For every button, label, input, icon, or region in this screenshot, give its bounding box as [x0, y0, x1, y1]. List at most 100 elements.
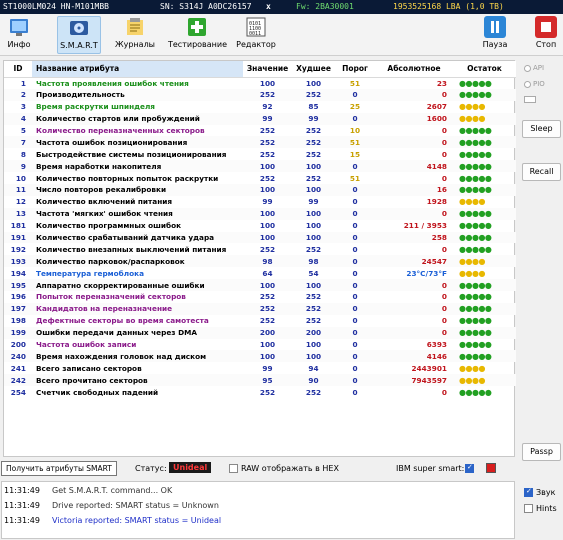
- sound-label: Звук: [536, 488, 556, 497]
- table-row[interactable]: 240 Время нахождения головок над диском 10…: [4, 350, 516, 363]
- table-row[interactable]: 8 Быстродействие системы позиционирования…: [4, 148, 516, 160]
- table-row[interactable]: 4 Количество стартов или пробуждений 99 99 0…: [4, 112, 516, 125]
- info-tab[interactable]: Инфо: [2, 16, 36, 54]
- ibm-checkbox[interactable]: [465, 463, 474, 473]
- column-header-id[interactable]: ID: [4, 61, 32, 78]
- attribute-id: 197: [10, 304, 26, 314]
- attribute-status: ●●●●: [459, 114, 485, 124]
- attribute-value: 99: [262, 114, 273, 124]
- attribute-raw: 1928: [426, 197, 447, 207]
- sound-checkbox[interactable]: [524, 487, 533, 497]
- table-row[interactable]: 241 Всего записано секторов 99 94 0 2443901 ●●…: [4, 362, 516, 374]
- table-row[interactable]: 194 Температура гермоблока 64 54 0 23°C/73°F ●…: [4, 267, 516, 279]
- attribute-id: 4: [20, 114, 26, 124]
- attribute-raw: 6393: [426, 340, 447, 350]
- table-row[interactable]: 3 Время раскрутки шпинделя 92 85 25 2607 ●●●●: [4, 101, 516, 113]
- attribute-status: ●●●●●: [459, 173, 492, 183]
- table-row[interactable]: 11 Число повторов рекалибровки 100 100 0 16 ●●…: [4, 184, 516, 196]
- attribute-name: Ошибки передачи данных через DMA: [36, 328, 198, 338]
- table-row[interactable]: 1 Частота проявления ошибок чтения 100 100 5…: [4, 77, 516, 89]
- attribute-name: Всего записано секторов: [36, 363, 142, 373]
- attribute-status: ●●●●●: [459, 209, 492, 219]
- close-drive-button[interactable]: x: [266, 0, 271, 14]
- table-row[interactable]: 12 Количество включений питания 99 99 0 1928 ●…: [4, 196, 516, 208]
- attribute-status: ●●●●: [459, 375, 485, 385]
- passp-button[interactable]: Passp: [522, 443, 561, 461]
- pio-radio[interactable]: PIO: [524, 80, 545, 88]
- column-header-threshold[interactable]: Порог: [335, 61, 375, 78]
- attribute-id: 3: [20, 102, 26, 112]
- attribute-value: 100: [259, 78, 276, 88]
- attribute-name: Время раскрутки шпинделя: [36, 102, 155, 112]
- attribute-threshold: 0: [352, 244, 358, 254]
- attribute-raw: 2607: [426, 102, 447, 112]
- pause-icon: [484, 16, 506, 38]
- attribute-name: Счетчик свободных падений: [36, 387, 159, 397]
- raw-hex-checkbox[interactable]: [229, 464, 238, 473]
- table-row[interactable]: 195 Аппаратно скорректированные ошибки 100…: [4, 279, 516, 292]
- attribute-worst: 100: [305, 221, 322, 231]
- attribute-id: 2: [20, 90, 26, 100]
- attribute-id: 7: [20, 137, 26, 147]
- api-radio[interactable]: API: [524, 64, 544, 72]
- table-body: 1 Частота проявления ошибок чтения 100 100 5…: [4, 77, 516, 398]
- attribute-status: ●●●●●: [459, 126, 492, 135]
- logs-tab[interactable]: Журналы: [114, 16, 156, 54]
- attribute-threshold: 0: [352, 363, 358, 373]
- smart-tab[interactable]: S.M.A.R.T: [57, 16, 101, 54]
- attribute-value: 100: [259, 233, 276, 243]
- table-row[interactable]: 197 Кандидатов на переназначение 252 252 0 0 ●…: [4, 302, 516, 315]
- attribute-status: ●●●●●: [459, 90, 492, 100]
- table-row[interactable]: 191 Количество срабатываний датчика удара…: [4, 231, 516, 244]
- editor-icon: 0101 1100 0011: [245, 16, 267, 38]
- sleep-button[interactable]: Sleep: [522, 120, 561, 138]
- table-row[interactable]: 254 Счетчик свободных падений 252 252 0 0 ●●●●…: [4, 386, 516, 398]
- log-line: 11:31:49 Victoria reported: SMART status …: [4, 516, 222, 525]
- column-header-worst[interactable]: Худшее: [292, 61, 335, 78]
- attribute-threshold: 51: [349, 173, 361, 183]
- attribute-worst: 252: [305, 316, 322, 326]
- attribute-threshold: 25: [349, 102, 361, 112]
- table-row[interactable]: 5 Количество переназначенных секторов 252 2…: [4, 125, 516, 137]
- column-header-status[interactable]: Остаток: [453, 61, 516, 78]
- testing-tab[interactable]: Тестирование: [168, 16, 227, 54]
- hints-checkbox[interactable]: [524, 504, 533, 513]
- table-row[interactable]: 193 Количество парковок/распарковок 98 98 0 2…: [4, 255, 516, 268]
- attribute-value: 100: [259, 340, 276, 350]
- attribute-value: 252: [259, 316, 276, 326]
- table-row[interactable]: 13 Частота 'мягких' ошибок чтения 100 100 0 0…: [4, 207, 516, 220]
- attribute-status: ●●●●●: [459, 161, 492, 171]
- attribute-threshold: 0: [352, 292, 358, 302]
- attribute-threshold: 0: [352, 90, 358, 100]
- table-row[interactable]: 181 Количество программных ошибок 100 100 0 2…: [4, 220, 516, 232]
- attribute-value: 64: [262, 268, 273, 278]
- table-row[interactable]: 200 Частота ошибок записи 100 100 0 6393 ●●●●●: [4, 339, 516, 351]
- attribute-raw: 0: [441, 304, 447, 314]
- recall-button[interactable]: Recall: [522, 163, 561, 181]
- column-header-value[interactable]: Значение: [243, 61, 292, 78]
- attribute-worst: 252: [305, 244, 322, 254]
- table-row[interactable]: 198 Дефектные секторы во время самотеста 2…: [4, 315, 516, 327]
- table-row[interactable]: 10 Количество повторных попыток раскрутки…: [4, 172, 516, 184]
- table-row[interactable]: 192 Количество внезапных выключений питан…: [4, 243, 516, 255]
- editor-tab[interactable]: 0101 1100 0011 Редактор: [236, 16, 276, 54]
- table-row[interactable]: 199 Ошибки передачи данных через DMA 200 20…: [4, 326, 516, 339]
- logs-icon: [124, 16, 146, 38]
- radio-dot-icon: [524, 80, 531, 88]
- table-row[interactable]: 7 Частота ошибок позиционирования 252 252 51…: [4, 136, 516, 149]
- table-row[interactable]: 9 Время наработки накопителя 100 100 0 4148 ●●…: [4, 160, 516, 173]
- attribute-raw: 0: [441, 173, 447, 183]
- attribute-name: Количество парковок/распарковок: [36, 256, 185, 266]
- attribute-id: 1: [20, 78, 26, 88]
- attribute-status: ●●●●●: [459, 244, 492, 254]
- attribute-value: 252: [259, 244, 276, 254]
- table-row[interactable]: 2 Производительность 252 252 0 0 ●●●●●: [4, 88, 516, 101]
- get-smart-button[interactable]: Получить атрибуты SMART: [1, 461, 117, 476]
- table-row[interactable]: 242 Всего прочитано секторов 95 90 0 7943597 ●…: [4, 374, 516, 387]
- column-header-raw[interactable]: Абсолютное: [375, 61, 453, 78]
- table-row[interactable]: 196 Попыток переназначений секторов 252 252…: [4, 291, 516, 303]
- stop-button[interactable]: Стоп: [532, 16, 560, 54]
- pause-button[interactable]: Пауза: [480, 16, 510, 54]
- column-header-name[interactable]: Название атрибута: [32, 61, 243, 78]
- attribute-value: 98: [262, 256, 273, 266]
